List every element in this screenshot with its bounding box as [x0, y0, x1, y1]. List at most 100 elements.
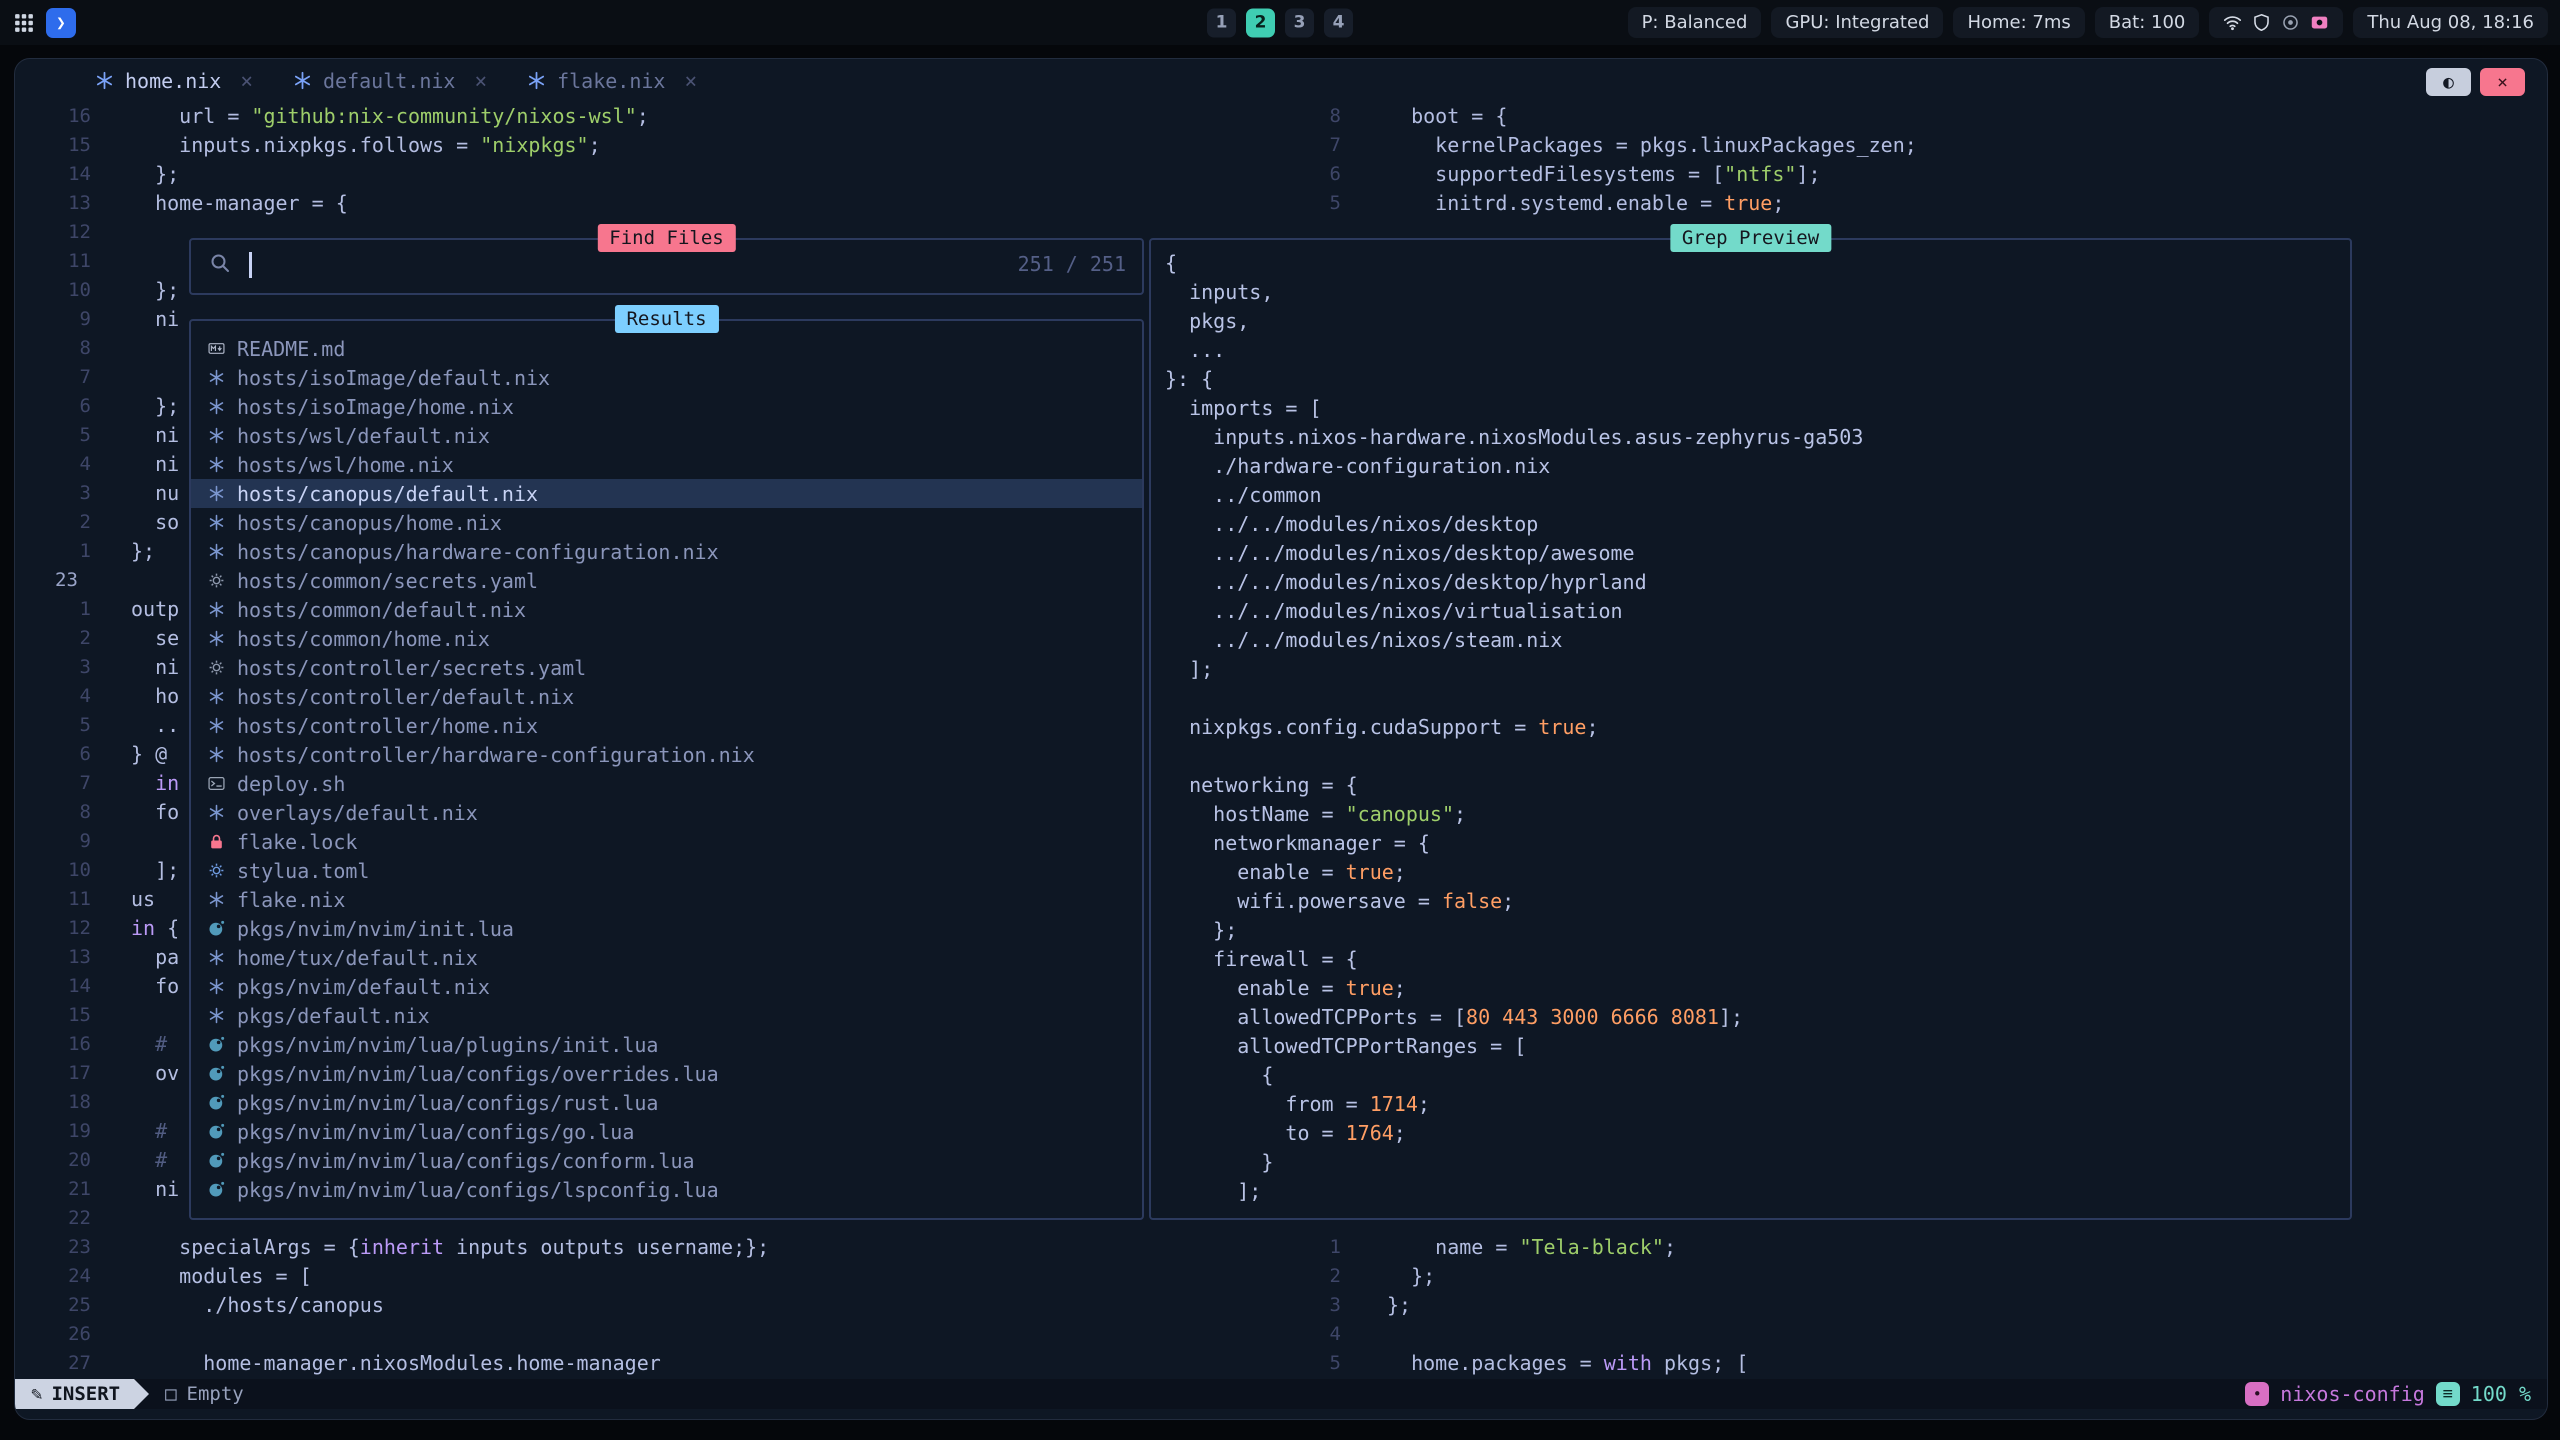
preview-line: }; — [1165, 916, 2342, 945]
lines-icon: ≡ — [2436, 1382, 2460, 1406]
app-launcher-icon[interactable] — [14, 13, 34, 33]
results-item[interactable]: stylua.toml — [191, 856, 1142, 885]
tab-close-icon[interactable]: × — [474, 69, 487, 93]
code-row[interactable]: }; — [131, 160, 1256, 189]
line-number: 24 — [15, 1262, 91, 1291]
results-item[interactable]: hosts/controller/default.nix — [191, 682, 1142, 711]
transparency-toggle-button[interactable]: ◐ — [2426, 68, 2471, 96]
results-item[interactable]: hosts/common/default.nix — [191, 595, 1142, 624]
results-item[interactable]: hosts/controller/hardware-configuration.… — [191, 740, 1142, 769]
code-row[interactable] — [1387, 1320, 2537, 1349]
results-item[interactable]: pkgs/default.nix — [191, 1001, 1142, 1030]
buffer-status: □Empty — [165, 1383, 244, 1405]
line-number: 22 — [15, 1204, 91, 1233]
code-row[interactable]: kernelPackages = pkgs.linuxPackages_zen; — [1387, 131, 2537, 160]
window-close-button[interactable]: × — [2480, 68, 2525, 96]
results-item[interactable]: hosts/canopus/default.nix — [191, 479, 1142, 508]
code-row[interactable]: }; — [1387, 1262, 2537, 1291]
results-item[interactable]: pkgs/nvim/nvim/init.lua — [191, 914, 1142, 943]
screenshot-icon[interactable] — [2310, 13, 2329, 32]
results-item[interactable]: pkgs/nvim/nvim/lua/configs/lspconfig.lua — [191, 1175, 1142, 1204]
results-item[interactable]: hosts/isoImage/default.nix — [191, 363, 1142, 392]
results-item[interactable]: pkgs/nvim/nvim/lua/plugins/init.lua — [191, 1030, 1142, 1059]
wifi-icon[interactable] — [2223, 13, 2242, 32]
shield-icon[interactable] — [2252, 13, 2271, 32]
code-row[interactable]: modules = [ — [131, 1262, 1256, 1291]
results-item[interactable]: home/tux/default.nix — [191, 943, 1142, 972]
results-item[interactable]: hosts/controller/secrets.yaml — [191, 653, 1142, 682]
results-item[interactable]: pkgs/nvim/default.nix — [191, 972, 1142, 1001]
tab-bar: home.nix×default.nix×flake.nix× ◐ × — [15, 59, 2547, 102]
preview-line: hostName = "canopus"; — [1165, 800, 2342, 829]
results-item[interactable]: hosts/controller/home.nix — [191, 711, 1142, 740]
results-item[interactable]: hosts/canopus/home.nix — [191, 508, 1142, 537]
tab-default.nix[interactable]: default.nix× — [273, 59, 507, 102]
results-item[interactable]: flake.lock — [191, 827, 1142, 856]
line-number: 5 — [15, 421, 91, 450]
record-icon[interactable] — [2281, 13, 2300, 32]
code-row[interactable]: home-manager.nixosModules.home-manager — [131, 1349, 1256, 1378]
results-item[interactable]: overlays/default.nix — [191, 798, 1142, 827]
code-row[interactable] — [131, 1320, 1256, 1349]
telescope-prompt[interactable]: Find Files 251 / 251 — [189, 238, 1144, 295]
left-gutter: 1615141312111098765432123123456789101112… — [15, 102, 131, 1378]
workspace-button-2[interactable]: 2 — [1246, 8, 1275, 37]
results-item[interactable]: pkgs/nvim/nvim/lua/configs/overrides.lua — [191, 1059, 1142, 1088]
line-number: 23 — [15, 1233, 91, 1262]
code-row[interactable]: }; — [1387, 1291, 2537, 1320]
workspace-button-4[interactable]: 4 — [1324, 8, 1353, 37]
nix-file-icon — [206, 456, 226, 473]
code-row[interactable]: initrd.systemd.enable = true; — [1387, 189, 2537, 218]
code-row[interactable]: url = "github:nix-community/nixos-wsl"; — [131, 102, 1256, 131]
line-number: 14 — [15, 972, 91, 1001]
status-module: Bat: 100 — [2095, 7, 2200, 38]
file-path: hosts/canopus/hardware-configuration.nix — [237, 540, 719, 564]
line-number: 8 — [15, 334, 91, 363]
line-number: 13 — [15, 943, 91, 972]
results-item[interactable]: deploy.sh — [191, 769, 1142, 798]
code-row[interactable]: name = "Tela-black"; — [1387, 1233, 2537, 1262]
line-number: 19 — [15, 1117, 91, 1146]
code-row[interactable]: specialArgs = {inherit inputs outputs us… — [131, 1233, 1256, 1262]
tab-flake.nix[interactable]: flake.nix× — [507, 59, 717, 102]
terminal-app-icon[interactable]: ❯ — [46, 8, 76, 38]
line-number: 10 — [15, 276, 91, 305]
results-item[interactable]: hosts/wsl/default.nix — [191, 421, 1142, 450]
tab-home.nix[interactable]: home.nix × — [75, 59, 273, 102]
line-number: 12 — [15, 914, 91, 943]
results-item[interactable]: hosts/common/secrets.yaml — [191, 566, 1142, 595]
results-item[interactable]: pkgs/nvim/nvim/lua/configs/go.lua — [191, 1117, 1142, 1146]
results-item[interactable]: pkgs/nvim/nvim/lua/configs/conform.lua — [191, 1146, 1142, 1175]
preview-line: ]; — [1165, 1177, 2342, 1206]
file-path: hosts/controller/home.nix — [237, 714, 538, 738]
tab-label: home.nix — [125, 69, 221, 93]
tab-close-icon[interactable]: × — [240, 69, 253, 93]
results-item[interactable]: hosts/isoImage/home.nix — [191, 392, 1142, 421]
results-item[interactable]: flake.nix — [191, 885, 1142, 914]
tab-bar-tabs: home.nix×default.nix×flake.nix× — [75, 59, 717, 102]
line-number: 4 — [1241, 1320, 1341, 1349]
code-row[interactable]: home.packages = with pkgs; [ — [1387, 1349, 2537, 1378]
workspace-button-3[interactable]: 3 — [1285, 8, 1314, 37]
code-row[interactable]: supportedFilesystems = ["ntfs"]; — [1387, 160, 2537, 189]
results-item[interactable]: hosts/common/home.nix — [191, 624, 1142, 653]
code-row[interactable]: home-manager = { — [131, 189, 1256, 218]
nix-file-icon — [206, 485, 226, 502]
results-item[interactable]: README.md — [191, 334, 1142, 363]
line-number: 18 — [15, 1088, 91, 1117]
pencil-icon: ✎ — [31, 1379, 42, 1409]
code-row[interactable]: boot = { — [1387, 102, 2537, 131]
workspace-button-1[interactable]: 1 — [1207, 8, 1236, 37]
code-row[interactable]: ./hosts/canopus — [131, 1291, 1256, 1320]
file-path: pkgs/default.nix — [237, 1004, 430, 1028]
code-row[interactable]: inputs.nixpkgs.follows = "nixpkgs"; — [131, 131, 1256, 160]
preview-line: nixpkgs.config.cudaSupport = true; — [1165, 713, 2342, 742]
telescope-results: Results README.mdhosts/isoImage/default.… — [189, 319, 1144, 1220]
line-number: 10 — [15, 856, 91, 885]
nix-file-icon — [206, 601, 226, 618]
results-item[interactable]: pkgs/nvim/nvim/lua/configs/rust.lua — [191, 1088, 1142, 1117]
line-number: 17 — [15, 1059, 91, 1088]
tab-close-icon[interactable]: × — [684, 69, 697, 93]
results-item[interactable]: hosts/canopus/hardware-configuration.nix — [191, 537, 1142, 566]
results-item[interactable]: hosts/wsl/home.nix — [191, 450, 1142, 479]
